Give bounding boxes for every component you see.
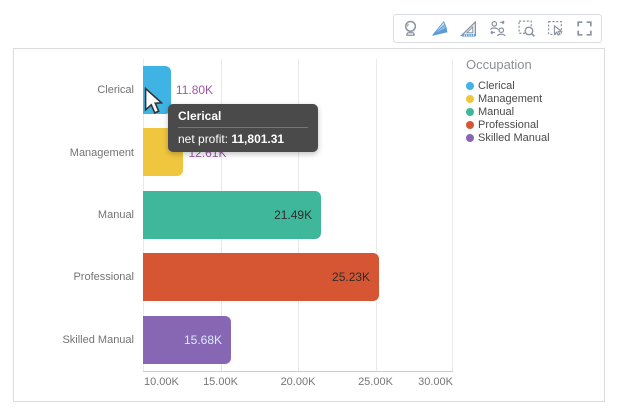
value-label: 15.68K <box>184 333 222 347</box>
bar-row-manual: Manual21.49K <box>143 184 453 246</box>
legend-label: Clerical <box>478 80 515 92</box>
value-label: 21.49K <box>274 208 312 222</box>
tooltip-title: Clerical <box>178 109 308 123</box>
mouse-cursor-icon <box>144 87 163 122</box>
category-label: Professional <box>73 271 134 283</box>
chart-card: Clerical11.80KManagement12.61KManual21.4… <box>13 48 605 402</box>
fullscreen-icon <box>575 19 594 38</box>
x-tick-label: 25.00K <box>358 376 393 388</box>
x-axis: 10.00K 15.00K 20.00K 25.00K 30.00K <box>143 376 453 390</box>
legend-swatch-icon <box>466 82 474 90</box>
bar-row-professional: Professional25.23K <box>143 246 453 308</box>
legend-item-clerical[interactable]: Clerical <box>466 80 596 93</box>
legend-label: Management <box>478 93 542 105</box>
toolbar-button-set-square[interactable] <box>455 16 482 41</box>
legend-items: ClericalManagementManualProfessionalSkil… <box>466 80 596 144</box>
toolbar-button-select-area[interactable] <box>542 16 569 41</box>
legend-item-manual[interactable]: Manual <box>466 106 596 119</box>
toolbar-button-fullscreen[interactable] <box>571 16 598 41</box>
select-area-icon <box>546 19 565 38</box>
category-label: Skilled Manual <box>62 334 134 346</box>
category-label: Manual <box>98 209 134 221</box>
legend-item-management[interactable]: Management <box>466 93 596 106</box>
tooltip-value-line: net profit: 11,801.31 <box>178 132 308 146</box>
x-tick-label: 10.00K <box>144 376 179 388</box>
tooltip: Clerical net profit: 11,801.31 <box>168 104 318 152</box>
magnifier-stand-icon <box>401 19 420 38</box>
legend-label: Skilled Manual <box>478 132 550 144</box>
legend-label: Manual <box>478 106 514 118</box>
category-label: Clerical <box>97 84 134 96</box>
set-square-icon <box>459 19 478 38</box>
zoom-area-icon <box>517 19 536 38</box>
toolbar-button-zoom-area[interactable] <box>513 16 540 41</box>
tooltip-divider <box>178 127 308 128</box>
toolbar-button-swap-users[interactable] <box>484 16 511 41</box>
legend-swatch-icon <box>466 134 474 142</box>
value-label: 25.23K <box>332 270 370 284</box>
tooltip-value: 11,801.31 <box>231 132 284 146</box>
chart-toolbar <box>393 14 602 43</box>
legend-label: Professional <box>478 119 539 131</box>
x-tick-label: 20.00K <box>281 376 316 388</box>
legend: Occupation ClericalManagementManualProfe… <box>466 57 596 144</box>
x-tick-label: 15.00K <box>203 376 238 388</box>
legend-swatch-icon <box>466 121 474 129</box>
toolbar-button-prism[interactable] <box>426 16 453 41</box>
prism-icon <box>430 19 449 38</box>
legend-title: Occupation <box>466 57 596 72</box>
category-label: Management <box>70 147 134 159</box>
legend-swatch-icon <box>466 108 474 116</box>
tooltip-label: net profit: <box>178 132 228 146</box>
value-label: 11.80K <box>176 83 213 97</box>
toolbar-button-magnifier-stand[interactable] <box>397 16 424 41</box>
legend-item-professional[interactable]: Professional <box>466 118 596 131</box>
swap-users-icon <box>488 19 507 38</box>
legend-swatch-icon <box>466 95 474 103</box>
x-tick-label: 30.00K <box>418 376 453 388</box>
legend-item-skilled-manual[interactable]: Skilled Manual <box>466 131 596 144</box>
bar-row-skilled-manual: Skilled Manual15.68K <box>143 309 453 371</box>
